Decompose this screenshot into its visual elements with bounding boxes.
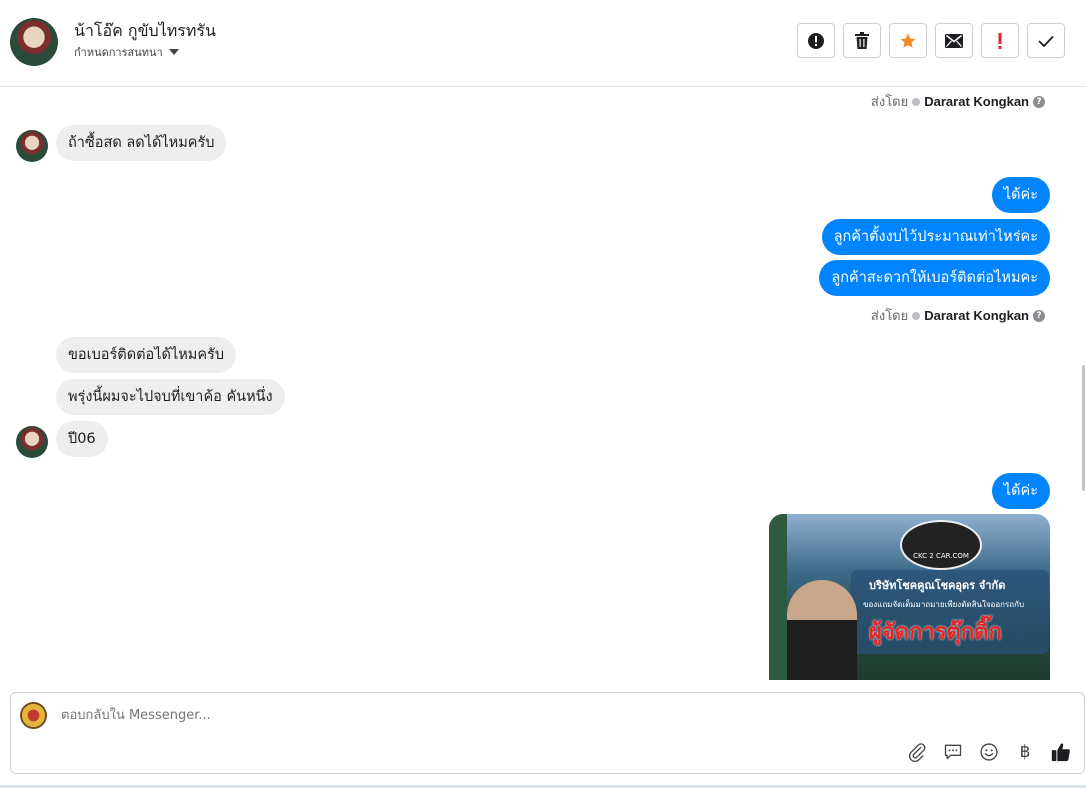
customer-avatar[interactable] bbox=[16, 426, 48, 458]
mark-unread-button[interactable] bbox=[935, 23, 973, 58]
agent-name[interactable]: Dararat Kongkan bbox=[924, 308, 1029, 323]
caret-down-icon bbox=[168, 49, 179, 55]
reply-input[interactable] bbox=[59, 707, 663, 724]
reply-composer: ฿ bbox=[10, 692, 1085, 774]
agent-name[interactable]: Dararat Kongkan bbox=[924, 94, 1029, 109]
thumbs-up-icon[interactable] bbox=[1050, 741, 1072, 763]
conversation-header: น้าโอ๊ค กูขับไทรทรัน กำหนดการสนทนา bbox=[0, 0, 1086, 87]
outgoing-message[interactable]: ลูกค้าสะดวกให้เบอร์ติดต่อไหมคะ bbox=[819, 260, 1050, 296]
message-thread[interactable]: ส่งโดย Dararat Kongkan ? ถ้าซื้อสด ลดได้… bbox=[0, 87, 1080, 680]
image-tagline-text: ของแถมจัดเต็มมาถมายเพียงตัดสินใจออกรถกับ bbox=[863, 600, 1025, 609]
sent-by-prefix: ส่งโดย bbox=[870, 95, 909, 110]
incoming-message[interactable]: ถ้าซื้อสด ลดได้ไหมครับ bbox=[56, 125, 227, 161]
done-button[interactable] bbox=[1027, 23, 1065, 58]
image-person bbox=[787, 580, 857, 680]
delete-button[interactable] bbox=[843, 23, 881, 58]
image-message[interactable]: CKC 2 CAR.COM บริษัทโชคคูณโชคอุดร จำกัด … bbox=[769, 514, 1050, 680]
baht-icon[interactable]: ฿ bbox=[1014, 741, 1036, 763]
incoming-message[interactable]: ขอเบอร์ติดต่อได้ไหมครับ bbox=[56, 337, 237, 373]
agent-status-icon bbox=[912, 311, 921, 320]
outgoing-message[interactable]: ได้ค่ะ bbox=[991, 177, 1050, 213]
incoming-message[interactable]: ปี06 bbox=[56, 421, 108, 457]
thread-scrollbar[interactable] bbox=[1080, 87, 1086, 680]
saved-reply-icon[interactable] bbox=[942, 741, 964, 763]
incoming-message[interactable]: พรุ่งนี้ผมจะไปจบที่เขาค้อ คันหนึ่ง bbox=[56, 379, 285, 415]
help-icon[interactable]: ? bbox=[1033, 309, 1045, 322]
follow-up-button[interactable] bbox=[981, 23, 1019, 58]
contact-name[interactable]: น้าโอ๊ค กูขับไทรทรัน bbox=[74, 19, 216, 44]
customer-avatar[interactable] bbox=[16, 130, 48, 162]
image-background-building bbox=[769, 514, 787, 680]
assign-label: กำหนดการสนทนา bbox=[74, 46, 163, 59]
envelope-icon bbox=[945, 33, 963, 48]
agent-status-icon bbox=[912, 97, 921, 106]
sent-by-line: ส่งโดย Dararat Kongkan ? bbox=[871, 305, 1045, 326]
contact-avatar[interactable] bbox=[10, 18, 58, 66]
sent-by-line: ส่งโดย Dararat Kongkan ? bbox=[871, 91, 1045, 112]
composer-tools: ฿ bbox=[906, 741, 1072, 763]
outgoing-message[interactable]: ลูกค้าตั้งงบไว้ประมาณเท่าไหร่คะ bbox=[821, 219, 1050, 255]
spam-button[interactable] bbox=[797, 23, 835, 58]
image-title-text: ผู้จัดการตุ๊กติ๊ก bbox=[869, 620, 1002, 645]
company-logo: CKC 2 CAR.COM bbox=[900, 520, 982, 570]
image-company-text: บริษัทโชคคูณโชคอุดร จำกัด bbox=[869, 579, 1006, 592]
conversation-toolbar bbox=[797, 23, 1065, 58]
sent-by-prefix: ส่งโดย bbox=[870, 309, 909, 324]
assign-conversation-dropdown[interactable]: กำหนดการสนทนา bbox=[74, 43, 179, 61]
check-icon bbox=[1038, 35, 1054, 47]
star-icon bbox=[900, 33, 916, 48]
outgoing-message[interactable]: ได้ค่ะ bbox=[991, 473, 1050, 509]
emoji-icon[interactable] bbox=[978, 741, 1000, 763]
exclamation-icon bbox=[998, 32, 1002, 49]
trash-icon bbox=[855, 31, 869, 49]
scrollbar-thumb[interactable] bbox=[1082, 365, 1085, 491]
paperclip-icon[interactable] bbox=[906, 741, 928, 763]
alert-circle-icon bbox=[808, 32, 824, 49]
help-icon[interactable]: ? bbox=[1033, 95, 1045, 108]
page-avatar bbox=[20, 702, 47, 729]
star-button[interactable] bbox=[889, 23, 927, 58]
